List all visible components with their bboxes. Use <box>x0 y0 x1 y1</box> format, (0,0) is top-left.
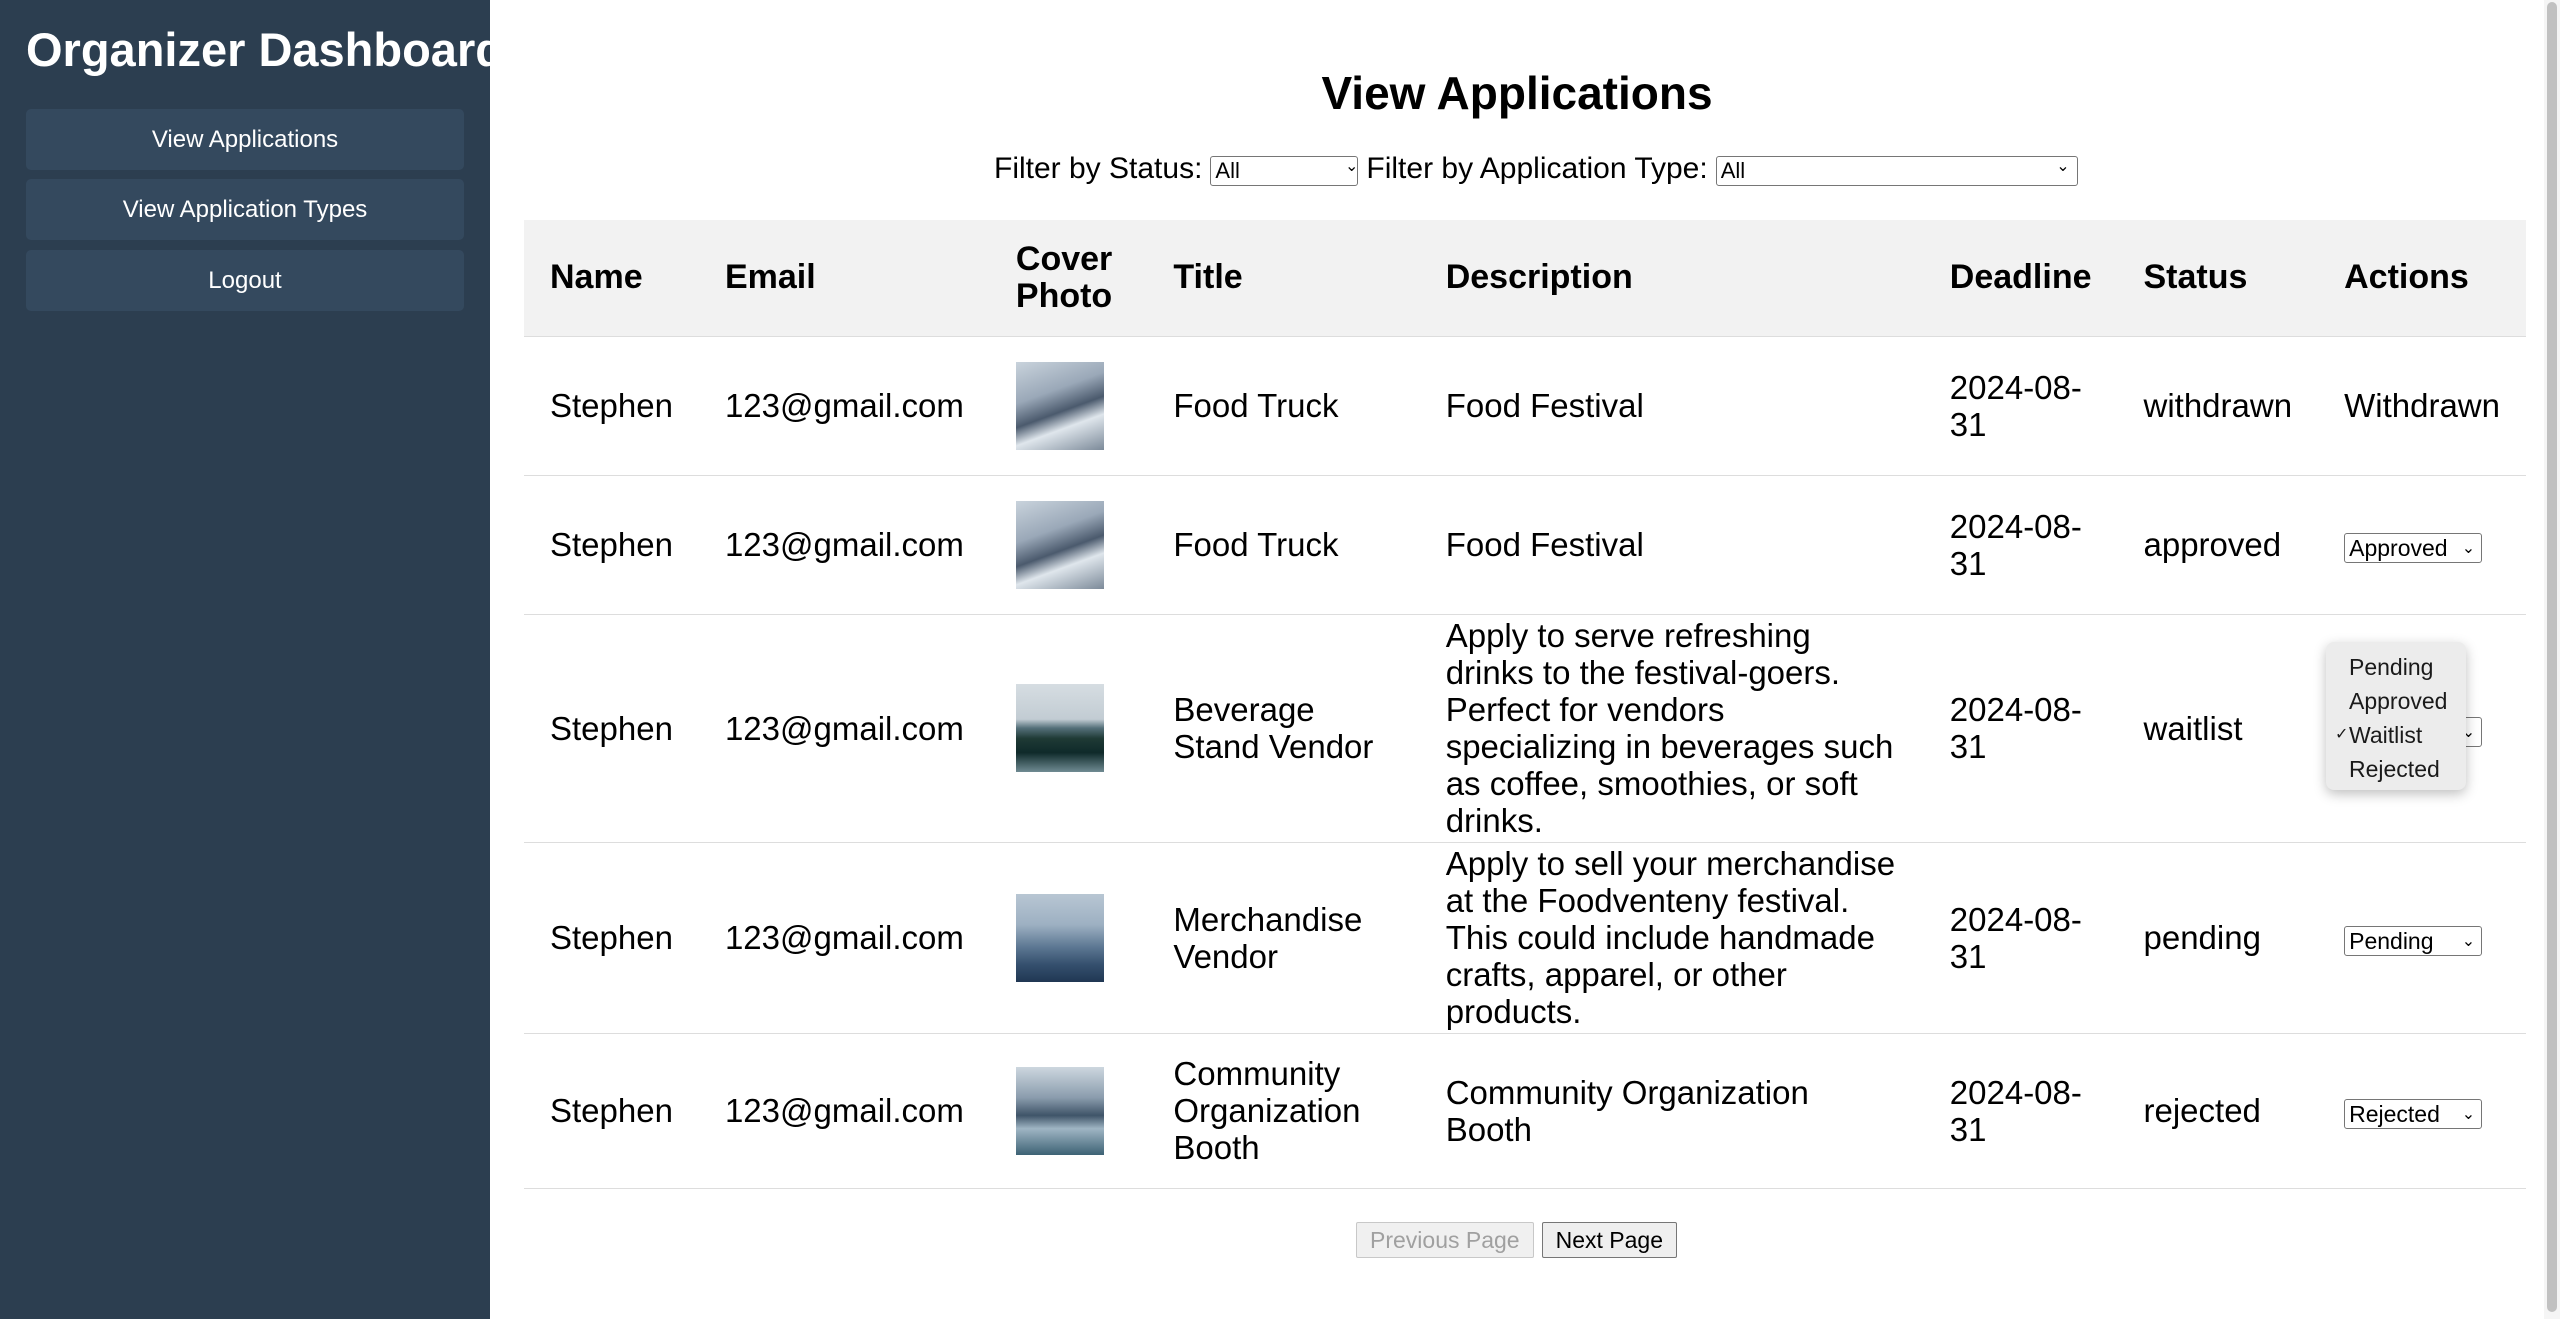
cell-deadline: 2024-08-31 <box>1923 475 2118 615</box>
status-action-select[interactable]: Approved <box>2344 533 2483 563</box>
foggy-mountains-image <box>1015 893 1104 982</box>
column-header-name: Name <box>524 220 699 337</box>
cell-deadline: 2024-08-31 <box>1923 614 2118 843</box>
page-title: View Applications <box>1321 67 1713 119</box>
cell-description: Food Festival <box>1419 475 1924 615</box>
nav-view-applications-button[interactable]: View Applications <box>26 109 464 170</box>
dropdown-option-approved[interactable]: Approved <box>2326 684 2466 718</box>
sidebar: Organizer Dashboard View Applications Vi… <box>0 0 504 1319</box>
column-header-actions: Actions <box>2318 220 2526 337</box>
cell-title: Beverage Stand Vendor <box>1147 614 1420 843</box>
pagination: Previous Page Next Page <box>1356 1222 1677 1258</box>
cell-title: Merchandise Vendor <box>1147 842 1420 1034</box>
mountain-lake-image <box>1015 1066 1104 1155</box>
status-filter-label: Filter by Status: <box>994 152 1203 185</box>
cell-cover-photo <box>989 475 1148 615</box>
cell-action-text: Withdrawn <box>2318 336 2526 476</box>
table-row: Stephen 123@gmail.com Community Organiza… <box>524 1033 2526 1189</box>
cell-title: Food Truck <box>1147 475 1420 615</box>
dropdown-option-label: Pending <box>2349 654 2434 680</box>
status-filter-select[interactable]: All <box>1210 155 1359 186</box>
nav-logout-button[interactable]: Logout <box>26 250 464 311</box>
status-action-select[interactable]: Pending <box>2344 926 2483 956</box>
cell-email: 123@gmail.com <box>698 842 990 1034</box>
page-scrollbar[interactable] <box>2544 0 2560 1319</box>
cell-name: Stephen <box>524 614 699 843</box>
cell-description: Community Organization Booth <box>1419 1033 1924 1189</box>
cell-deadline: 2024-08-31 <box>1923 842 2118 1034</box>
cell-status: rejected <box>2117 1033 2319 1189</box>
dropdown-option-rejected[interactable]: Rejected <box>2326 752 2466 786</box>
cell-status: pending <box>2117 842 2319 1034</box>
dropdown-option-label: Approved <box>2349 688 2448 714</box>
snowy-mountain-image <box>1015 361 1104 450</box>
column-header-description: Description <box>1419 220 1924 337</box>
cell-actions: Pending ⌄ <box>2318 842 2526 1034</box>
cell-cover-photo <box>989 1033 1148 1189</box>
cell-description: Food Festival <box>1419 336 1924 476</box>
column-header-cover-photo: Cover Photo <box>989 220 1148 337</box>
cell-description: Apply to serve refreshing drinks to the … <box>1419 614 1924 843</box>
cell-email: 123@gmail.com <box>698 614 990 843</box>
table-row: Stephen 123@gmail.com Food Truck Food Fe… <box>524 336 2526 476</box>
cell-actions: Approved ⌄ <box>2318 475 2526 615</box>
table-row: Stephen 123@gmail.com Merchandise Vendor… <box>524 842 2526 1034</box>
cell-actions: Rejected ⌄ <box>2318 1033 2526 1189</box>
status-action-wrapper: Approved ⌄ <box>2344 526 2483 563</box>
applications-table: Name Email Cover Photo Title Description… <box>524 220 2526 1189</box>
column-header-status: Status <box>2117 220 2319 337</box>
status-action-wrapper: Rejected ⌄ <box>2344 1092 2483 1129</box>
status-filter-wrapper: All ⌄ <box>1202 152 1366 186</box>
forest-lake-image <box>1015 684 1104 772</box>
column-header-deadline: Deadline <box>1923 220 2118 337</box>
table-header-row: Name Email Cover Photo Title Description… <box>524 220 2526 337</box>
sidebar-title: Organizer Dashboard <box>26 23 504 76</box>
cell-cover-photo <box>989 842 1148 1034</box>
cell-deadline: 2024-08-31 <box>1923 1033 2118 1189</box>
cell-name: Stephen <box>524 1033 699 1189</box>
cell-deadline: 2024-08-31 <box>1923 336 2118 476</box>
type-filter-wrapper: All ⌄ <box>1708 152 2078 186</box>
next-page-button[interactable]: Next Page <box>1541 1222 1677 1258</box>
cell-status: approved <box>2117 475 2319 615</box>
cell-status: waitlist <box>2117 614 2319 843</box>
cell-cover-photo <box>989 336 1148 476</box>
dropdown-option-label: Waitlist <box>2349 722 2423 748</box>
cell-email: 123@gmail.com <box>698 475 990 615</box>
type-filter-label: Filter by Application Type: <box>1366 152 1708 185</box>
cell-name: Stephen <box>524 842 699 1034</box>
nav-view-application-types-button[interactable]: View Application Types <box>26 179 464 240</box>
cell-title: Food Truck <box>1147 336 1420 476</box>
dropdown-option-pending[interactable]: Pending <box>2326 650 2466 684</box>
snowy-mountain-image <box>1015 500 1104 589</box>
type-filter-select[interactable]: All <box>1715 155 2078 186</box>
cell-name: Stephen <box>524 336 699 476</box>
cell-description: Apply to sell your merchandise at the Fo… <box>1419 842 1924 1034</box>
cell-email: 123@gmail.com <box>698 336 990 476</box>
filter-bar: Filter by Status: All ⌄ Filter by Applic… <box>994 152 2078 186</box>
column-header-title: Title <box>1147 220 1420 337</box>
cell-cover-photo <box>989 614 1148 843</box>
cell-status: withdrawn <box>2117 336 2319 476</box>
scrollbar-thumb[interactable] <box>2547 2 2557 1312</box>
previous-page-button[interactable]: Previous Page <box>1356 1222 1534 1258</box>
status-dropdown-menu: Pending Approved ✓ Waitlist Rejected <box>2326 642 2466 790</box>
cell-email: 123@gmail.com <box>698 1033 990 1189</box>
table-row: Stephen 123@gmail.com Beverage Stand Ven… <box>524 614 2526 843</box>
status-action-wrapper: Pending ⌄ <box>2344 919 2483 956</box>
column-header-email: Email <box>698 220 990 337</box>
table-row: Stephen 123@gmail.com Food Truck Food Fe… <box>524 475 2526 615</box>
cell-name: Stephen <box>524 475 699 615</box>
status-action-select[interactable]: Rejected <box>2344 1099 2483 1129</box>
checkmark-icon: ✓ <box>2335 726 2349 743</box>
dropdown-option-label: Rejected <box>2349 756 2440 782</box>
dropdown-option-waitlist[interactable]: ✓ Waitlist <box>2326 718 2466 752</box>
cell-title: Community Organization Booth <box>1147 1033 1420 1189</box>
